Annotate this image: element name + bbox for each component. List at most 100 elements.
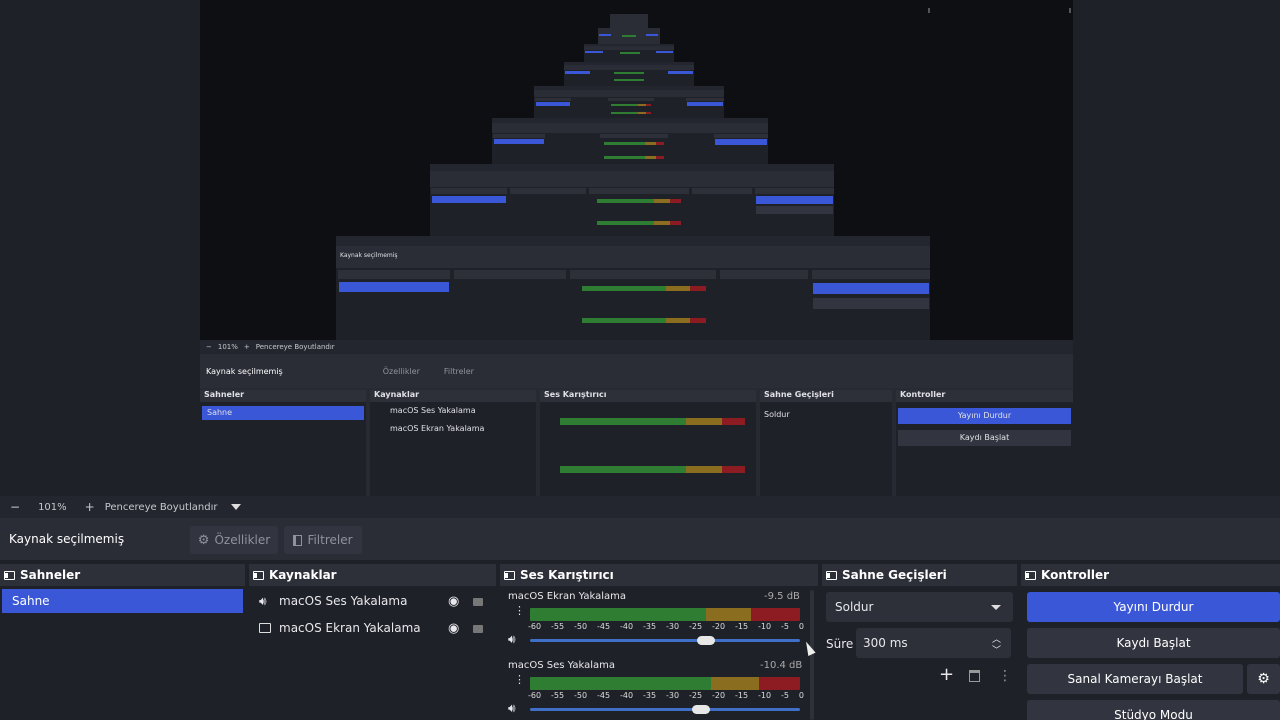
nested-mixer: Ses Karıştırıcı <box>540 390 756 496</box>
source-item[interactable]: macOS Ekran Yakalama ◉ <box>249 617 496 639</box>
source-item[interactable]: 🔊︎ macOS Ses Yakalama ◉ <box>249 590 496 612</box>
nested-start-record: Kaydı Başlat <box>898 430 1071 446</box>
preview-area: − 101% + Pencereye Boyutlandır Kaynak se… <box>0 0 1280 496</box>
preview-marker-2 <box>1069 8 1071 13</box>
mute-speaker-icon[interactable]: 🔊︎ <box>508 701 516 716</box>
nested-zoom-plus: + <box>243 343 250 351</box>
nested-obs-level-5 <box>534 86 724 118</box>
nested-zoom-minus: − <box>206 343 212 351</box>
filters-label: Filtreler <box>307 533 353 547</box>
fit-to-window-button[interactable]: Pencereye Boyutlandır <box>105 502 218 513</box>
dock-icon <box>826 570 837 580</box>
zoom-dropdown-icon[interactable] <box>231 504 242 510</box>
transitions-dock-title: Sahne Geçişleri <box>822 564 1017 586</box>
transitions-title: Sahne Geçişleri <box>842 568 947 582</box>
channel-menu-icon[interactable]: ⋮ <box>514 674 525 685</box>
source-toolbar: Kaynak seçilmemiş ⚙ Özellikler Filtreler <box>0 518 1280 560</box>
start-virtual-camera-button[interactable]: Sanal Kamerayı Başlat <box>1027 664 1243 694</box>
mixer-channel: macOS Ekran Yakalama -9.5 dB ⋮ -60 -55 -50… <box>500 588 818 658</box>
mixer-dock-title: Ses Karıştırıcı <box>500 564 818 586</box>
nested-stop-stream: Yayını Durdur <box>898 408 1071 424</box>
chevron-down-icon <box>991 605 1001 610</box>
spin-down-icon[interactable]: ﹀ <box>992 643 1001 656</box>
zoom-out-button[interactable]: − <box>10 500 20 514</box>
scene-transitions-dock: Sahne Geçişleri Soldur Süre 300 ms ︿ ﹀ +… <box>822 564 1017 720</box>
mixer-scrollbar[interactable] <box>810 590 814 720</box>
nested-zoombar: − 101% + Pencereye Boyutlandır <box>200 340 1073 354</box>
nested-mixer-bar-1 <box>560 418 745 425</box>
duration-value: 300 ms <box>863 636 908 650</box>
volume-meter <box>530 677 800 690</box>
channel-name: macOS Ses Yakalama <box>508 660 616 671</box>
preview-marker <box>928 8 930 13</box>
properties-button[interactable]: ⚙ Özellikler <box>190 526 278 554</box>
nested-mixer-bar-2 <box>560 466 745 473</box>
volume-slider-knob[interactable] <box>697 636 715 645</box>
channel-menu-icon[interactable]: ⋮ <box>514 605 525 616</box>
nested-sources: Kaynaklar macOS Ses Yakalama macOS Ekran… <box>370 390 536 496</box>
controls-title: Kontroller <box>1041 568 1110 582</box>
nested-obs-level-7 <box>584 44 674 62</box>
nested-obs-level-8 <box>598 28 660 44</box>
lock-icon[interactable] <box>473 598 483 606</box>
gear-icon: ⚙ <box>197 532 210 548</box>
volume-meter <box>530 608 800 621</box>
nested-scenes: Sahneler Sahne <box>200 390 366 496</box>
nested2-src-title: Kaynak seçilmemiş <box>336 246 930 268</box>
more-options-icon[interactable]: ⋮ <box>998 668 1012 684</box>
transition-type-value: Soldur <box>835 600 874 614</box>
properties-label: Özellikler <box>214 533 271 547</box>
sources-dock: Kaynaklar 🔊︎ macOS Ses Yakalama ◉ macOS … <box>249 564 496 720</box>
eye-icon[interactable]: ◉ <box>448 621 459 636</box>
source-name: macOS Ekran Yakalama <box>279 621 421 635</box>
duration-spinbox[interactable]: 300 ms ︿ ﹀ <box>856 628 1011 658</box>
nested-scenes-title: Sahneler <box>200 390 366 402</box>
lock-icon[interactable] <box>473 625 483 633</box>
duration-label: Süre <box>826 637 854 651</box>
nested-source-item-2: macOS Ekran Yakalama <box>390 424 485 433</box>
controls-dock: Kontroller Yayını Durdur Kaydı Başlat Sa… <box>1021 564 1280 720</box>
channel-name: macOS Ekran Yakalama <box>508 591 627 602</box>
nested-sources-title: Kaynaklar <box>370 390 536 402</box>
add-transition-icon[interactable]: + <box>939 664 954 685</box>
nested-controls-title: Kontroller <box>896 390 1073 402</box>
scenes-dock: Sahneler Sahne <box>0 564 245 720</box>
nested-source-item-1: macOS Ses Yakalama <box>390 406 476 415</box>
nested-transitions-title: Sahne Geçişleri <box>760 390 892 402</box>
nested-controls: Kontroller Yayını Durdur Kaydı Başlat <box>896 390 1073 496</box>
scene-item[interactable]: Sahne <box>2 589 243 613</box>
zoom-value: 101% <box>38 501 67 513</box>
nested-mixer-title: Ses Karıştırıcı <box>540 390 756 402</box>
controls-dock-title: Kontroller <box>1021 564 1280 586</box>
nested-zoom-fit: Pencereye Boyutlandır <box>255 343 335 351</box>
nested-obs-level-6 <box>564 62 694 86</box>
transition-select[interactable]: Soldur <box>826 592 1013 622</box>
stop-streaming-button[interactable]: Yayını Durdur <box>1027 592 1280 622</box>
dock-icon <box>1025 570 1036 580</box>
nested-obs-level-1: − 101% + Pencereye Boyutlandır Kaynak se… <box>200 340 1073 496</box>
filter-icon <box>293 534 303 546</box>
zoom-in-button[interactable]: + <box>85 500 95 514</box>
eye-icon[interactable]: ◉ <box>448 594 459 609</box>
channel-db: -10.4 dB <box>760 660 803 671</box>
scenes-dock-title: Sahneler <box>0 564 245 586</box>
dock-icon <box>504 570 515 580</box>
volume-slider[interactable] <box>530 639 800 642</box>
start-recording-button[interactable]: Kaydı Başlat <box>1027 628 1280 658</box>
studio-mode-button[interactable]: Stüdyo Modu <box>1027 700 1280 720</box>
nested-srcbar: Kaynak seçilmemiş Özellikler Filtreler <box>200 354 1073 388</box>
nested-filters: Filtreler <box>443 366 474 376</box>
trash-icon[interactable] <box>969 670 980 682</box>
filters-button[interactable]: Filtreler <box>284 526 362 554</box>
nested-obs-level-4 <box>492 118 768 164</box>
dock-icon <box>4 570 15 580</box>
preview-canvas[interactable]: − 101% + Pencereye Boyutlandır Kaynak se… <box>200 0 1073 496</box>
gear-icon: ⚙ <box>1257 671 1270 687</box>
scenes-title: Sahneler <box>20 568 81 582</box>
volume-slider[interactable] <box>530 708 800 711</box>
mute-speaker-icon[interactable]: 🔊︎ <box>508 632 516 647</box>
virtual-camera-settings-button[interactable]: ⚙ <box>1247 664 1280 694</box>
channel-db: -9.5 dB <box>764 591 800 602</box>
nested-scene-item: Sahne <box>202 406 364 420</box>
volume-slider-knob[interactable] <box>692 705 710 714</box>
